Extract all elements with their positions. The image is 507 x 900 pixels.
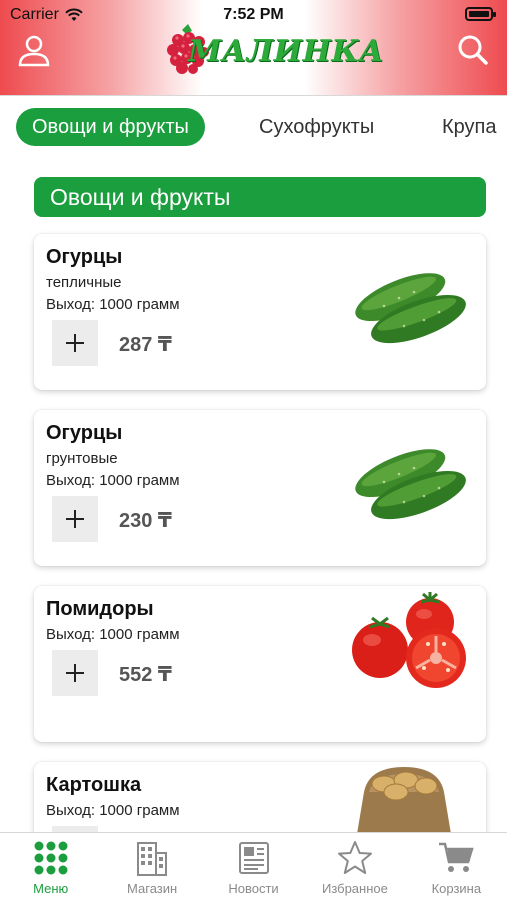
product-name: Помидоры <box>46 598 154 620</box>
product-yield: Выход: 1000 грамм <box>46 472 180 489</box>
category-tabs: Овощи и фрукты Сухофрукты Крупа <box>0 108 507 148</box>
section-title: Овощи и фрукты <box>34 177 486 217</box>
building-icon <box>137 842 168 876</box>
user-icon <box>18 35 50 67</box>
nav-label: Корзина <box>431 881 482 896</box>
product-yield: Выход: 1000 грамм <box>46 626 180 643</box>
product-card[interactable]: Огурцы грунтовые Выход: 1000 грамм 230 ₸ <box>34 410 486 566</box>
bottom-nav: Меню Магазин Новости Избранное Корзина <box>0 832 507 900</box>
clock: 7:52 PM <box>223 6 284 23</box>
nav-label: Новости <box>228 881 279 896</box>
tomato-image <box>352 592 466 688</box>
product-variety: грунтовые <box>46 450 118 467</box>
product-name: Огурцы <box>46 246 123 268</box>
add-to-cart-button[interactable] <box>52 320 98 366</box>
plus-icon <box>66 510 84 528</box>
tab-dried-fruits[interactable]: Сухофрукты <box>259 108 374 146</box>
product-yield: Выход: 1000 грамм <box>46 802 180 819</box>
product-price: 287 ₸ <box>119 334 172 356</box>
search-button[interactable] <box>453 30 493 70</box>
plus-icon <box>66 664 84 682</box>
nav-cart[interactable]: Корзина <box>406 833 507 900</box>
cart-icon <box>439 842 475 872</box>
nav-label: Меню <box>33 881 69 896</box>
product-card[interactable]: Помидоры Выход: 1000 грамм 552 ₸ <box>34 586 486 742</box>
product-variety: тепличные <box>46 274 122 291</box>
profile-button[interactable] <box>14 30 54 70</box>
tab-grains[interactable]: Крупа <box>442 108 497 146</box>
product-price: 230 ₸ <box>119 510 172 532</box>
product-name: Картошка <box>46 774 142 796</box>
logo-wordmark: МАЛИНКА <box>188 34 385 69</box>
product-price: 552 ₸ <box>119 664 172 686</box>
nav-news[interactable]: Новости <box>203 833 304 900</box>
nav-label: Избранное <box>321 881 388 896</box>
star-icon <box>337 841 372 874</box>
nav-label: Магазин <box>127 881 178 896</box>
add-to-cart-button[interactable] <box>52 650 98 696</box>
battery-icon <box>465 7 496 21</box>
nav-shop[interactable]: Магазин <box>101 833 202 900</box>
cucumber-image <box>355 449 466 520</box>
search-icon <box>458 35 488 65</box>
add-to-cart-button[interactable] <box>52 496 98 542</box>
cucumber-image <box>355 273 466 344</box>
grid-icon <box>34 841 68 875</box>
plus-icon <box>66 334 84 352</box>
app-header: Carrier 7:52 PM МАЛИНКА <box>0 0 507 96</box>
nav-favorites[interactable]: Избранное <box>304 833 405 900</box>
nav-menu[interactable]: Меню <box>0 833 101 900</box>
product-card[interactable]: Огурцы тепличные Выход: 1000 грамм 287 ₸ <box>34 234 486 390</box>
product-yield: Выход: 1000 грамм <box>46 296 180 313</box>
tab-vegetables-fruits[interactable]: Овощи и фрукты <box>16 108 205 146</box>
product-name: Огурцы <box>46 422 123 444</box>
app-logo: МАЛИНКА <box>158 24 384 80</box>
newspaper-icon <box>238 842 269 874</box>
